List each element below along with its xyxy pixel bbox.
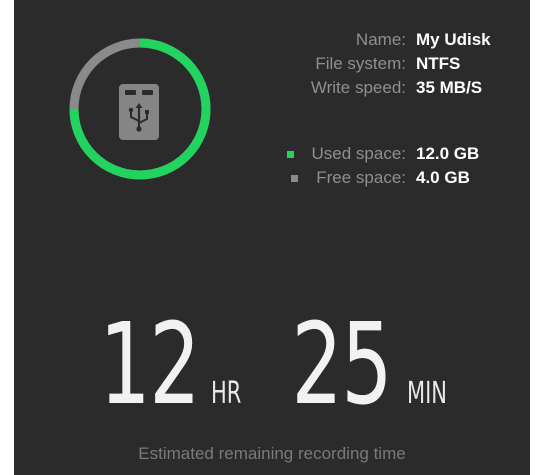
free-space-label: Free space: — [316, 168, 406, 187]
free-legend-swatch — [291, 175, 299, 183]
file-system-value: NTFS — [416, 54, 461, 73]
minutes-value: 25 — [291, 300, 393, 430]
write-speed-label: Write speed: — [310, 78, 406, 97]
remaining-time-caption: Estimated remaining recording time — [138, 444, 406, 463]
drive-details: Name: My Udisk File system: NTFS Write s… — [192, 28, 512, 190]
used-legend-swatch — [286, 151, 294, 159]
write-speed-row: Write speed: 35 MB/S — [192, 76, 512, 100]
remaining-time-display: 12 HR 25 MIN — [14, 305, 530, 430]
free-space-row: Free space: 4.0 GB — [192, 166, 512, 190]
drive-info-panel: Name: My Udisk File system: NTFS Write s… — [14, 0, 530, 475]
free-space-value: 4.0 GB — [416, 168, 470, 187]
file-system-row: File system: NTFS — [192, 52, 512, 76]
used-space-row: Used space: 12.0 GB — [192, 142, 512, 166]
file-system-label: File system: — [315, 54, 406, 73]
hours-unit: HR — [210, 376, 242, 411]
used-space-label: Used space: — [311, 144, 407, 163]
name-label: Name: — [355, 30, 406, 49]
name-row: Name: My Udisk — [192, 28, 512, 52]
storage-ring — [69, 38, 211, 180]
used-space-value: 12.0 GB — [416, 144, 480, 163]
write-speed-value: 35 MB/S — [416, 78, 483, 97]
minutes-unit: MIN — [406, 376, 447, 411]
usb-drive-icon — [117, 84, 161, 140]
name-value: My Udisk — [416, 30, 491, 49]
hours-value: 12 — [99, 300, 201, 430]
